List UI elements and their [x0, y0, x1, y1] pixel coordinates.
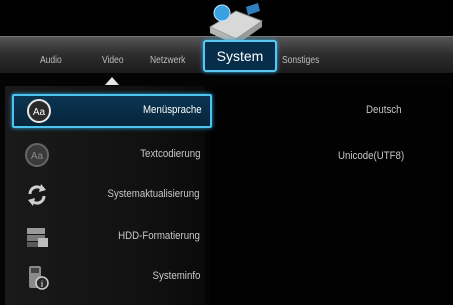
tab-system[interactable]: System — [203, 40, 277, 72]
menu-item-label: Systeminfo — [152, 270, 200, 282]
tab-video[interactable]: Video — [102, 55, 124, 66]
menu-item-label: Menüsprache — [143, 104, 202, 116]
menu-item-menu-language[interactable]: Aa Menüsprache — [12, 94, 212, 128]
svg-text:Aa: Aa — [31, 151, 44, 162]
menu-item-text-encoding[interactable]: Aa Textcodierung — [12, 140, 208, 170]
menu-item-label: HDD-Formatierung — [118, 230, 200, 242]
text-encoding-value: Unicode(UTF8) — [338, 150, 405, 162]
values-panel — [210, 86, 453, 305]
tab-other[interactable]: Sonstiges — [282, 55, 319, 66]
refresh-icon — [28, 184, 46, 206]
text-encoding-icon: Aa — [25, 143, 49, 167]
system-logo-icon — [208, 3, 264, 45]
menu-item-system-info[interactable]: i Systeminfo — [12, 262, 208, 292]
menu-item-hdd-format[interactable]: HDD-Formatierung — [12, 222, 208, 252]
menu-language-value: Deutsch — [366, 104, 402, 116]
tab-network[interactable]: Netzwerk — [150, 55, 185, 66]
tab-audio[interactable]: Audio — [40, 55, 62, 66]
menu-item-system-update[interactable]: Systemaktualisierung — [12, 180, 208, 210]
info-icon: i — [29, 266, 49, 290]
up-arrow-icon — [105, 77, 119, 85]
svg-text:i: i — [41, 279, 43, 289]
menu-item-label: Systemaktualisierung — [107, 188, 200, 200]
menu-item-label: Textcodierung — [139, 148, 200, 160]
language-icon: Aa — [27, 99, 51, 123]
svg-text:Aa: Aa — [33, 107, 46, 118]
hdd-icon — [27, 228, 48, 247]
